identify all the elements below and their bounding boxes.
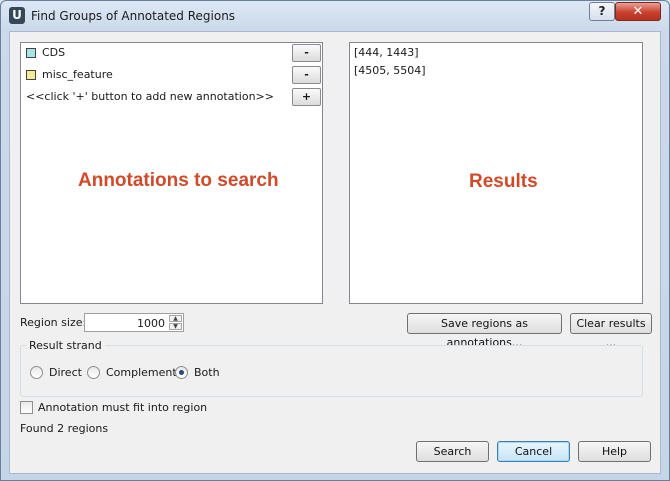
annotation-row: CDS - (26, 44, 321, 62)
result-item[interactable]: [444, 1443] (354, 46, 419, 59)
remove-annotation-button[interactable]: - (292, 44, 321, 62)
annotation-color-swatch (26, 70, 36, 80)
annotation-name: misc_feature (42, 68, 113, 81)
spin-up-arrow-icon[interactable]: ▲ (169, 315, 182, 322)
region-size-spinbox[interactable]: 1000 ▲ ▼ (84, 313, 184, 332)
radio-complement-label[interactable]: Complement (106, 366, 177, 379)
results-list[interactable]: [444, 1443] [4505, 5504] Results (349, 42, 643, 304)
annotation-row: misc_feature - (26, 66, 321, 84)
help-button[interactable]: Help (578, 441, 651, 462)
status-text: Found 2 regions (20, 422, 109, 435)
title-bar[interactable]: U Find Groups of Annotated Regions ? ✕ (1, 1, 669, 31)
annotation-color-swatch (26, 48, 36, 58)
radio-direct[interactable] (30, 366, 43, 379)
result-item[interactable]: [4505, 5504] (354, 64, 426, 77)
spin-down-arrow-icon[interactable]: ▼ (169, 323, 182, 330)
clear-results-button[interactable]: Clear results ... (570, 313, 652, 349)
radio-both-label[interactable]: Both (194, 366, 220, 379)
add-annotation-button[interactable]: + (292, 88, 321, 106)
radio-complement[interactable] (87, 366, 100, 379)
dialog-body: CDS - misc_feature - <<click '+' button … (9, 31, 661, 474)
region-size-label: Region size: (20, 316, 87, 329)
remove-annotation-button[interactable]: - (292, 66, 321, 84)
annotation-name: CDS (42, 46, 66, 59)
app-logo-icon: U (9, 7, 25, 24)
add-annotation-hint: <<click '+' button to add new annotation… (26, 90, 274, 103)
title-help-button[interactable]: ? (589, 2, 615, 21)
close-button[interactable]: ✕ (615, 2, 661, 21)
radio-both[interactable] (175, 366, 188, 379)
result-strand-title: Result strand (26, 339, 105, 352)
save-regions-button[interactable]: Save regions as annotations... (407, 313, 562, 349)
radio-direct-label[interactable]: Direct (49, 366, 82, 379)
search-button[interactable]: Search (416, 441, 489, 462)
add-annotation-row: <<click '+' button to add new annotation… (26, 88, 321, 106)
dialog-window: U Find Groups of Annotated Regions ? ✕ C… (0, 0, 670, 481)
window-title: Find Groups of Annotated Regions (31, 9, 236, 23)
spin-arrows: ▲ ▼ (169, 315, 182, 330)
cancel-button[interactable]: Cancel (497, 441, 570, 462)
results-overlay-label: Results (469, 171, 538, 192)
annotations-list[interactable]: CDS - misc_feature - <<click '+' button … (20, 42, 323, 304)
fit-into-region-label[interactable]: Annotation must fit into region (38, 401, 207, 414)
fit-into-region-checkbox[interactable] (20, 401, 33, 414)
region-size-value: 1000 (137, 317, 165, 330)
annotations-overlay-label: Annotations to search (78, 170, 279, 191)
